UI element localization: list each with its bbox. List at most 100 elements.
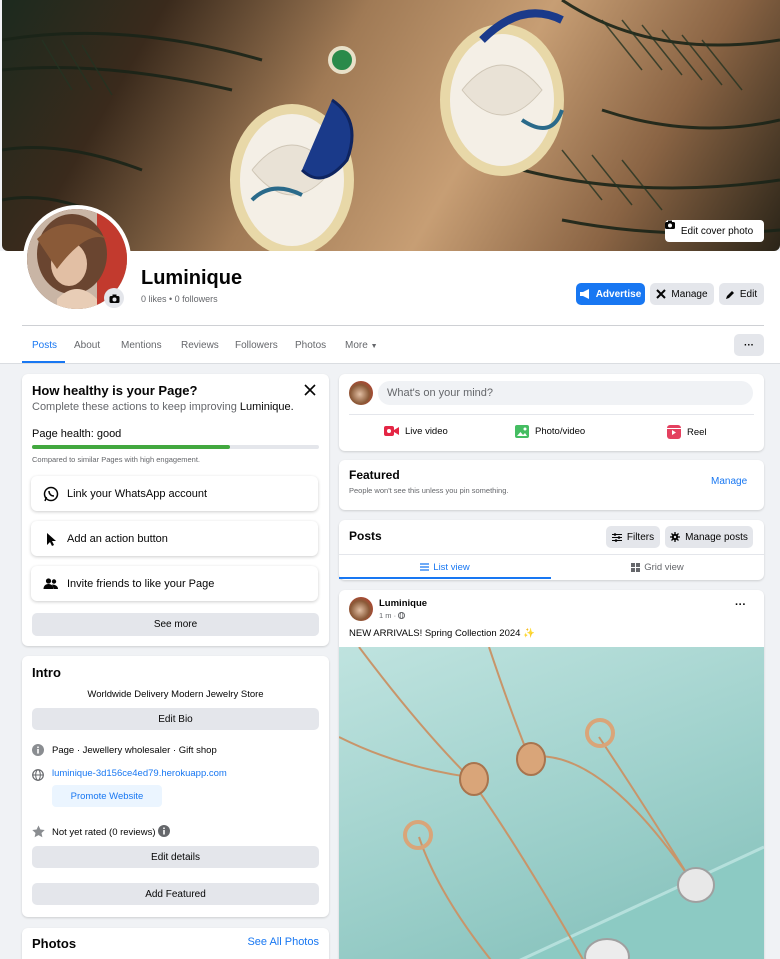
link-whatsapp-item[interactable]: Link your WhatsApp account [31,476,318,511]
cover-image [2,0,780,251]
pencil-icon [725,290,735,299]
post-avatar[interactable] [349,597,373,621]
edit-bio-button[interactable]: Edit Bio [32,708,319,730]
manage-button[interactable]: Manage [650,283,714,305]
photo-video-label: Photo/video [535,426,586,437]
globe-icon [398,612,406,619]
list-icon [420,563,430,571]
live-video-label: Live video [405,425,448,437]
post-text: NEW ARRIVALS! Spring Collection 2024 ✨ [349,628,535,639]
health-subtitle-text: Complete these actions to keep improving [32,401,240,413]
info-icon [32,744,44,759]
filters-button[interactable]: Filters [606,526,660,548]
rating-info-icon[interactable] [158,825,170,840]
promote-website-button[interactable]: Promote Website [52,785,162,807]
camera-icon [109,294,120,303]
live-video-button[interactable]: Live video [384,425,448,437]
page-name: Luminique [141,267,243,289]
tools-icon [656,289,667,299]
page-health-card: How healthy is your Page? Complete these… [22,374,329,646]
tab-posts[interactable]: Posts [32,340,57,351]
caret-down-icon: ▼ [370,343,378,350]
composer-input[interactable]: What's on your mind? [378,381,753,405]
megaphone-icon [579,289,591,299]
edit-details-button[interactable]: Edit details [32,846,319,868]
add-action-button-item[interactable]: Add an action button [31,521,318,556]
post-menu-button[interactable]: ··· [735,599,746,611]
featured-subtitle: People won't see this unless you pin som… [349,486,509,495]
more-options-button[interactable]: ··· [734,334,764,356]
tab-reviews[interactable]: Reviews [181,340,219,351]
post-image[interactable] [339,646,764,959]
tab-active-indicator [22,361,65,363]
advertise-label: Advertise [595,288,642,300]
tab-more-label: More [345,340,368,351]
health-subtitle: Complete these actions to keep improving… [32,401,294,413]
link-whatsapp-label: Link your WhatsApp account [67,487,208,500]
post-author[interactable]: Luminique [379,598,427,609]
star-icon [32,825,45,841]
intro-card: Intro Worldwide Delivery Modern Jewelry … [22,656,329,917]
list-view-label: List view [433,561,470,573]
filters-label: Filters [626,531,655,543]
website-link[interactable]: luminique-3d156ce4ed79.herokuapp.com [52,768,227,779]
manage-posts-label: Manage posts [685,531,748,543]
add-action-button-label: Add an action button [67,532,168,545]
see-more-button[interactable]: See more [32,613,319,636]
invite-friends-item[interactable]: Invite friends to like your Page [31,566,318,601]
posts-panel: Posts Filters Manage posts List view Gri… [339,520,764,580]
see-all-photos-link[interactable]: See All Photos [247,936,319,948]
page-stats: 0 likes • 0 followers [141,294,218,304]
tab-followers[interactable]: Followers [235,340,278,351]
cursor-icon [43,531,59,547]
necklace-image [339,646,764,959]
posts-panel-divider [339,554,764,555]
page-category: Page · Jewellery wholesaler · Gift shop [52,745,217,756]
close-icon[interactable] [303,383,319,399]
post-time[interactable]: 1 m · [379,611,396,620]
add-featured-button[interactable]: Add Featured [32,883,319,905]
update-profile-picture-button[interactable] [104,288,124,308]
featured-card: Featured People won't see this unless yo… [339,460,764,510]
edit-cover-label: Edit cover photo [680,225,754,237]
photo-icon [515,425,529,438]
rating-text: Not yet rated (0 reviews) [52,827,156,838]
intro-bio: Worldwide Delivery Modern Jewelry Store [87,689,264,700]
manage-posts-button[interactable]: Manage posts [665,526,753,548]
featured-manage-link[interactable]: Manage [711,476,747,487]
posts-title: Posts [349,529,382,543]
reel-icon [667,425,681,439]
photos-card: Photos See All Photos [22,928,329,959]
filter-icon [611,532,622,542]
tab-more[interactable]: More ▼ [345,340,378,351]
health-bar-track [32,445,319,449]
photo-video-button[interactable]: Photo/video [515,425,585,438]
health-bar-fill [32,445,231,449]
intro-title: Intro [32,665,61,680]
health-compare: Compared to similar Pages with high enga… [32,455,201,464]
people-icon [43,576,59,592]
featured-title: Featured [349,468,400,482]
manage-label: Manage [671,288,708,300]
grid-view-tab[interactable]: Grid view [551,557,764,577]
tab-about[interactable]: About [74,340,100,351]
health-status: Page health: good [32,428,122,440]
edit-cover-photo-button[interactable]: Edit cover photo [665,220,764,242]
edit-label: Edit [739,288,758,300]
gear-icon [670,532,681,542]
invite-friends-label: Invite friends to like your Page [67,577,215,590]
health-subtitle-name: Luminique. [239,401,294,413]
tab-photos[interactable]: Photos [295,340,326,351]
advertise-button[interactable]: Advertise [576,283,645,305]
composer-avatar [349,381,373,405]
post-composer: What's on your mind? Live video Photo/vi… [339,374,764,451]
grid-view-label: Grid view [644,561,684,573]
composer-divider [349,414,754,415]
reel-button[interactable]: Reel [667,425,707,439]
edit-page-button[interactable]: Edit [719,283,764,305]
photos-title: Photos [32,936,77,951]
post-meta: 1 m · [379,611,406,620]
tab-mentions[interactable]: Mentions [121,340,162,351]
list-view-tab[interactable]: List view [339,557,551,577]
header-divider [22,325,764,326]
